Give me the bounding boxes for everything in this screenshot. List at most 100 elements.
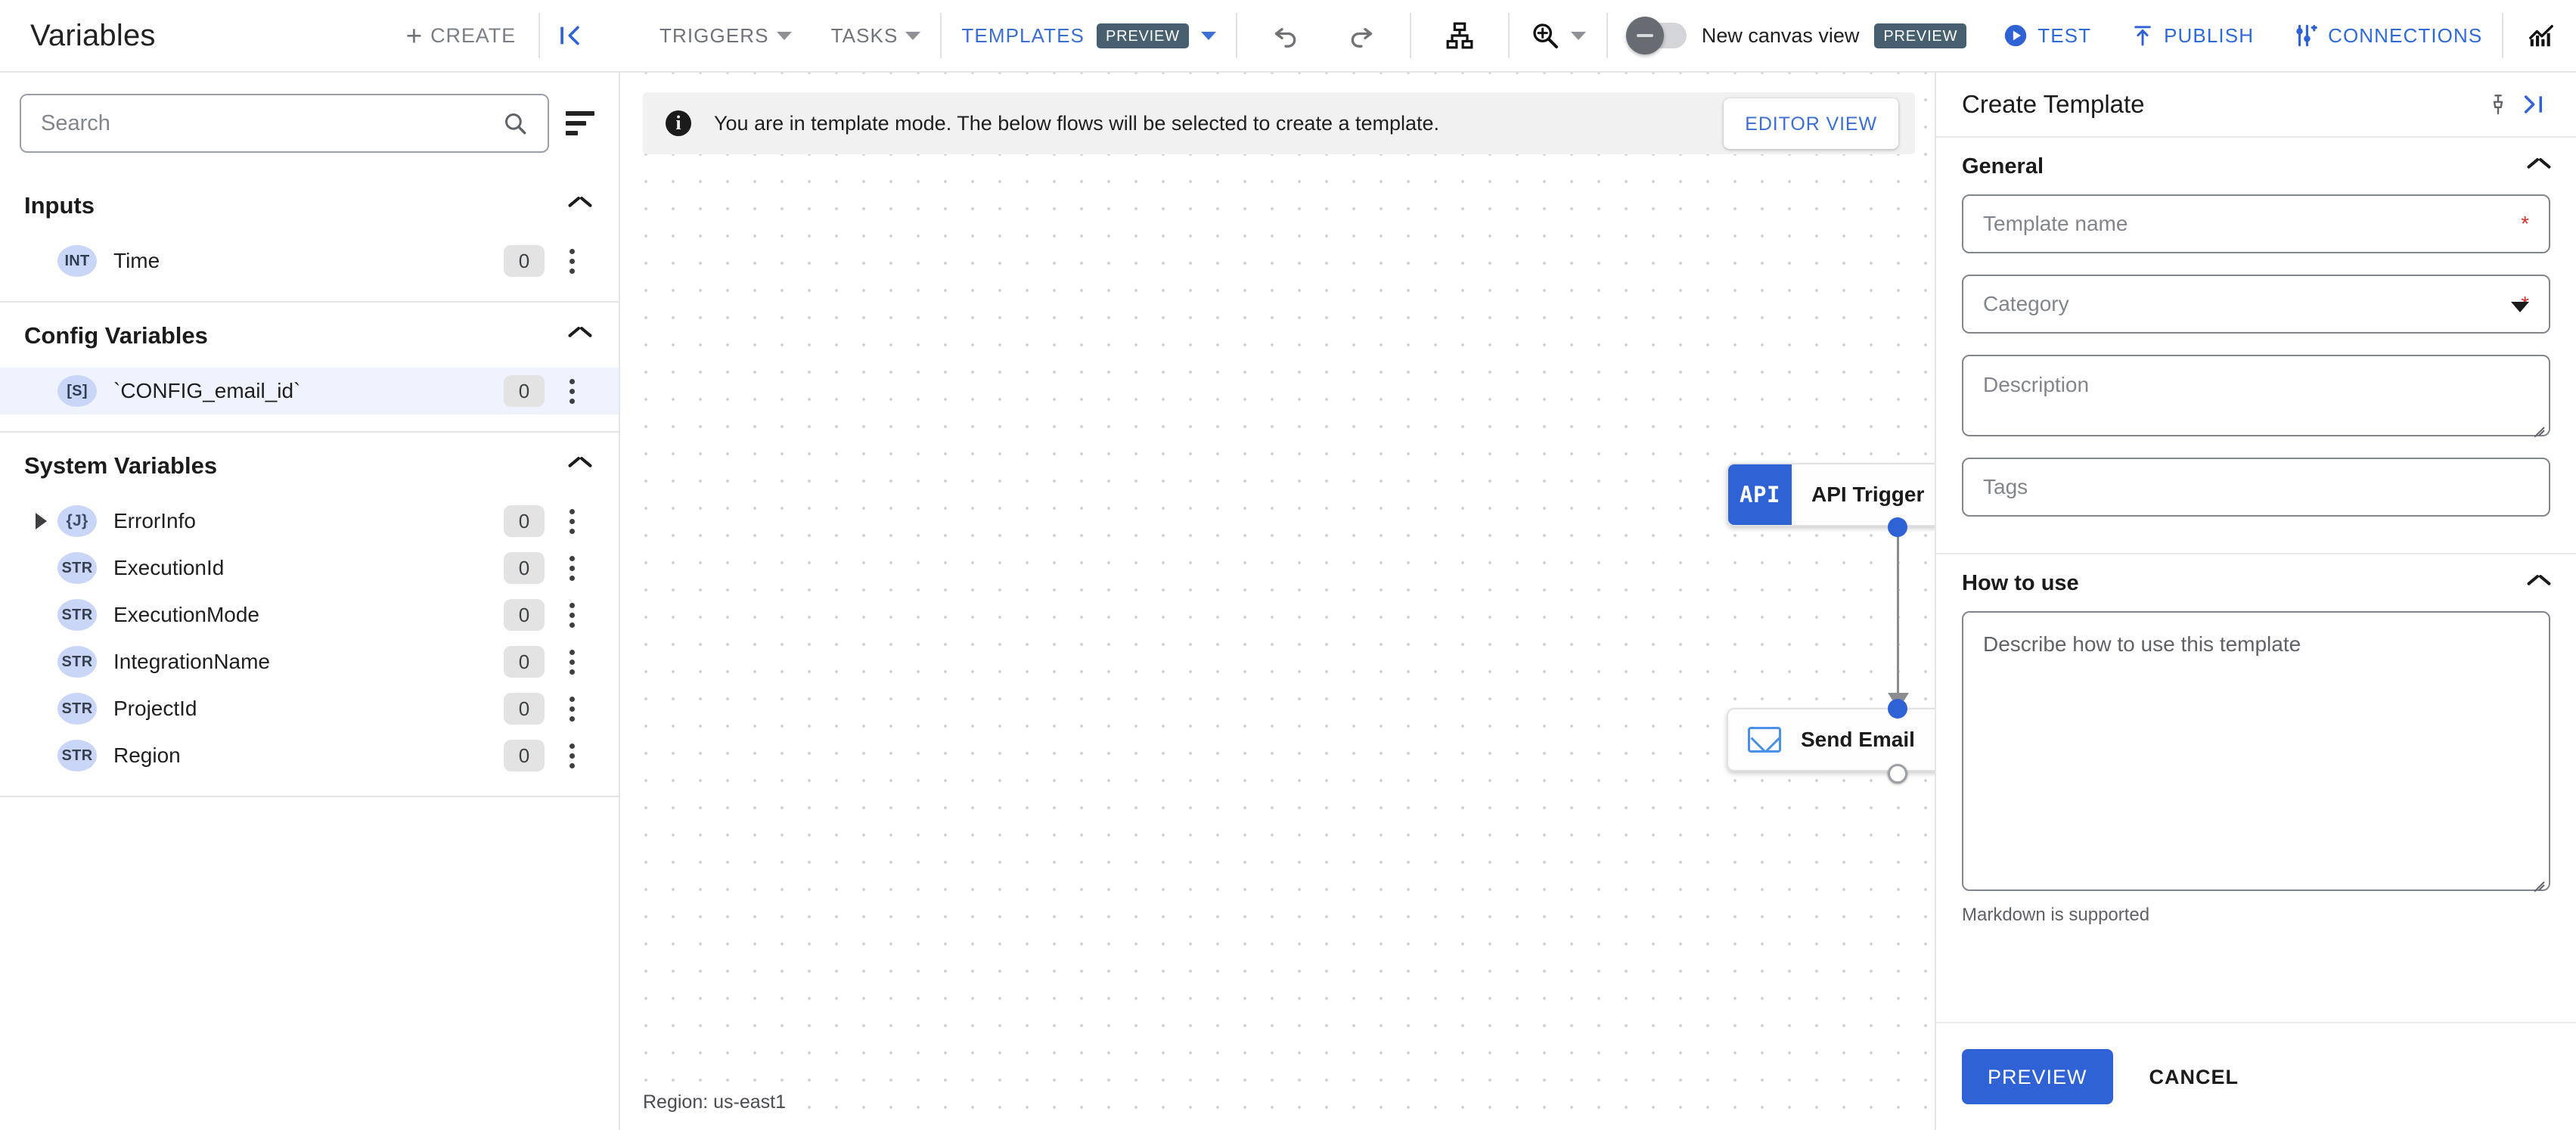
new-canvas-view-toggle-group: New canvas view PREVIEW — [1608, 17, 1983, 54]
resize-handle-icon[interactable] — [2531, 872, 2544, 886]
section-header-inputs[interactable]: Inputs — [0, 172, 619, 237]
node-input-port[interactable] — [1888, 699, 1907, 719]
template-name-field[interactable]: Template name * — [1962, 194, 2550, 253]
test-label: TEST — [2038, 23, 2092, 47]
chevron-down-icon — [2511, 302, 2529, 312]
node-output-port[interactable] — [1888, 517, 1907, 537]
analytics-button[interactable] — [2512, 13, 2570, 58]
zoom-menu-button[interactable] — [1529, 13, 1587, 58]
create-variable-button[interactable]: + CREATE — [406, 22, 538, 50]
row-menu-icon[interactable] — [552, 743, 591, 768]
description-field[interactable]: Description — [1962, 355, 2550, 436]
chevron-down-icon — [905, 31, 921, 40]
type-badge-int: INT — [57, 245, 97, 277]
section-header-general[interactable]: General — [1936, 138, 2576, 194]
section-header-system-variables[interactable]: System Variables — [0, 433, 619, 498]
node-api-trigger[interactable]: API API Trigger — [1727, 463, 1935, 537]
type-badge-string: [S] — [57, 375, 97, 407]
resize-handle-icon[interactable] — [2531, 418, 2544, 431]
variable-row-region[interactable]: STR Region 0 — [0, 732, 619, 779]
redo-icon — [1346, 20, 1376, 51]
section-header-how-to-use[interactable]: How to use — [1936, 554, 2576, 611]
description-placeholder: Description — [1983, 373, 2090, 396]
pin-icon[interactable] — [2481, 92, 2515, 116]
tags-field[interactable]: Tags — [1962, 458, 2550, 517]
variable-row-executionid[interactable]: STR ExecutionId 0 — [0, 545, 619, 591]
search-box[interactable] — [20, 94, 549, 153]
variable-row-executionmode[interactable]: STR ExecutionMode 0 — [0, 591, 619, 638]
triggers-menu[interactable]: TRIGGERS — [640, 24, 812, 48]
usage-count: 0 — [504, 646, 545, 678]
variable-row-errorinfo[interactable]: {J} ErrorInfo 0 — [0, 498, 619, 545]
row-menu-icon[interactable] — [552, 649, 591, 675]
templates-menu[interactable]: TEMPLATES PREVIEW — [942, 23, 1235, 48]
flow-edge — [1897, 526, 1899, 699]
zoom-in-icon — [1530, 20, 1560, 51]
tasks-menu[interactable]: TASKS — [812, 24, 941, 48]
auto-layout-button[interactable] — [1431, 13, 1488, 58]
flow-canvas[interactable]: i You are in template mode. The below fl… — [620, 73, 1935, 1130]
variable-name: `CONFIG_email_id` — [113, 379, 301, 402]
templates-preview-badge: PREVIEW — [1096, 23, 1189, 48]
chevron-up-icon[interactable] — [569, 329, 591, 343]
row-menu-icon[interactable] — [552, 555, 591, 581]
cancel-button[interactable]: CANCEL — [2128, 1049, 2261, 1104]
usage-count: 0 — [504, 552, 545, 584]
chevron-up-icon[interactable] — [569, 199, 591, 213]
row-menu-icon[interactable] — [552, 602, 591, 628]
chevron-up-icon[interactable] — [569, 459, 591, 473]
row-menu-icon[interactable] — [552, 696, 591, 722]
section-header-config-variables[interactable]: Config Variables — [0, 303, 619, 368]
sort-filter-icon[interactable] — [566, 111, 599, 135]
chevron-up-icon[interactable] — [2528, 577, 2550, 591]
type-badge-str: STR — [57, 740, 97, 771]
variable-name: ExecutionMode — [113, 603, 260, 626]
expand-toggle[interactable] — [24, 513, 57, 529]
required-asterisk: * — [2521, 212, 2529, 235]
variable-name: Region — [113, 744, 181, 767]
tasks-label: TASKS — [830, 23, 898, 47]
main-body: Inputs INT Time 0 Config Variables [S] `… — [0, 73, 2576, 1130]
canvas-view-preview-badge: PREVIEW — [1874, 23, 1967, 48]
undo-button[interactable] — [1257, 13, 1314, 58]
zoom-button-group — [1510, 0, 1606, 71]
create-template-panel: Create Template General Template name * — [1935, 73, 2576, 1130]
connections-button[interactable]: CONNECTIONS — [2273, 23, 2502, 48]
variable-row-integrationname[interactable]: STR IntegrationName 0 — [0, 638, 619, 685]
api-badge: API — [1728, 464, 1792, 525]
variable-name: ErrorInfo — [113, 509, 196, 532]
node-send-email[interactable]: Send Email ID:1 — [1727, 699, 1935, 784]
usage-count: 0 — [504, 245, 545, 277]
search-input[interactable] — [41, 110, 502, 136]
row-menu-icon[interactable] — [552, 248, 591, 274]
history-buttons — [1237, 0, 1410, 71]
row-menu-icon[interactable] — [552, 508, 591, 534]
editor-view-button[interactable]: EDITOR VIEW — [1724, 98, 1898, 149]
redo-button[interactable] — [1333, 13, 1390, 58]
row-menu-icon[interactable] — [552, 378, 591, 404]
type-badge-str: STR — [57, 646, 97, 678]
new-canvas-view-toggle[interactable] — [1625, 17, 1687, 54]
test-button[interactable]: TEST — [1983, 23, 2111, 48]
collapse-right-icon[interactable] — [2515, 92, 2550, 116]
top-toolbar: Variables + CREATE TRIGGERS TASKS TEMPLA… — [0, 0, 2576, 73]
connections-icon — [2293, 23, 2319, 48]
panel-title: Create Template — [1962, 90, 2145, 118]
variable-row-time[interactable]: INT Time 0 — [0, 237, 619, 284]
variable-row-config-email-id[interactable]: [S] `CONFIG_email_id` 0 — [0, 368, 619, 414]
collapse-left-panel-button[interactable] — [540, 23, 601, 48]
how-to-use-textarea[interactable]: Describe how to use this template — [1962, 611, 2550, 891]
variable-row-projectid[interactable]: STR ProjectId 0 — [0, 685, 619, 732]
usage-count: 0 — [504, 599, 545, 631]
collapse-left-icon — [557, 23, 583, 48]
publish-icon — [2131, 23, 2155, 48]
type-badge-str: STR — [57, 599, 97, 631]
type-badge-str: STR — [57, 552, 97, 584]
chevron-up-icon[interactable] — [2528, 160, 2550, 174]
category-field[interactable]: Category * — [1962, 275, 2550, 334]
preview-button[interactable]: PREVIEW — [1962, 1049, 2113, 1104]
variable-name: ExecutionId — [113, 556, 225, 579]
node-output-port[interactable] — [1888, 764, 1907, 784]
publish-button[interactable]: PUBLISH — [2111, 23, 2273, 48]
auto-layout-icon — [1445, 20, 1475, 51]
